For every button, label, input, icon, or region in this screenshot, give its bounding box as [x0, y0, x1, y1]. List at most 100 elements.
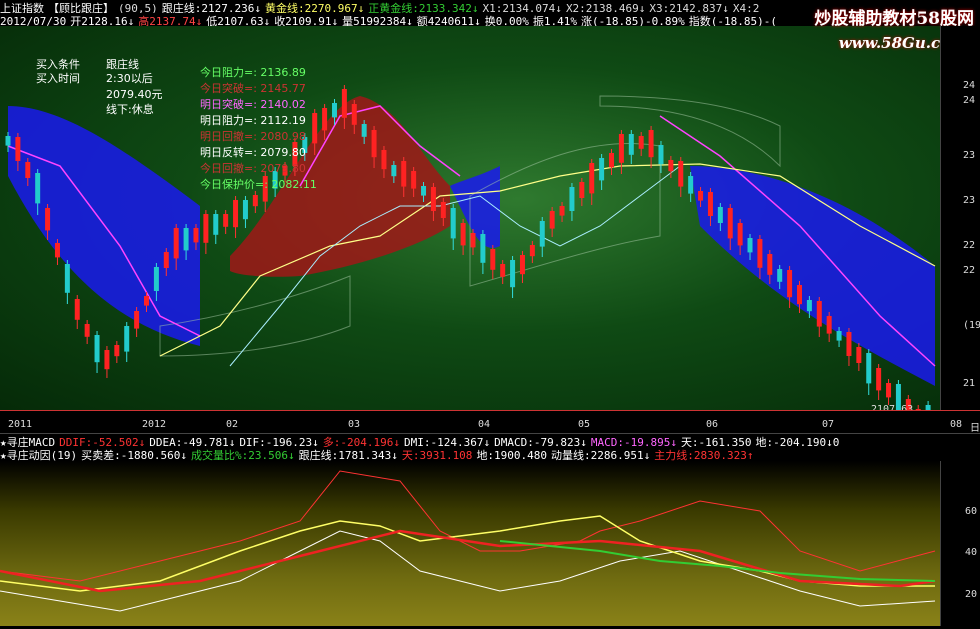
candle-body [777, 269, 783, 282]
candle-body [609, 153, 615, 168]
candle-body [144, 296, 150, 306]
candle-body [737, 223, 743, 246]
date-tick: 04 [478, 419, 491, 430]
price-tick: 22 [963, 265, 976, 276]
level-label: 明日反转=: 2079.80 [200, 146, 306, 159]
candle-body [589, 163, 595, 194]
candle-body [124, 326, 130, 352]
candle-body [816, 301, 822, 327]
candle-body [322, 108, 328, 131]
candle-body [440, 202, 446, 218]
candle-body [747, 238, 753, 253]
candle-body [717, 207, 723, 223]
red-main-line [0, 529, 936, 593]
candle-body [628, 134, 634, 155]
candle-body [233, 200, 239, 228]
candle-body [114, 345, 120, 357]
level-label: 今日阻力=: 2136.89 [200, 66, 306, 79]
price-tick: 24 [963, 95, 976, 106]
sub-axis: 60 40 20 [940, 461, 980, 626]
candle-body [252, 195, 258, 207]
candle-body [450, 208, 456, 239]
candle-body [866, 353, 872, 384]
candle-body [183, 228, 189, 251]
level-label: 明日阻力=: 2112.19 [200, 114, 306, 127]
sub-chart[interactable] [0, 461, 940, 626]
candle-body [876, 368, 882, 391]
candle-body [490, 249, 496, 270]
level-label: 今日回撤=: 2079.80 [200, 162, 306, 175]
candle-body [401, 161, 407, 187]
main-chart[interactable]: 买入条件 跟庄线 买入时间 2:30以后 2079.40元 线下:休息 今日阻力=: 21… [0, 26, 940, 443]
date-tick: 07 [822, 419, 835, 430]
candle-body [757, 239, 763, 268]
date-tick: 2012 [142, 419, 167, 430]
candle-body [519, 255, 525, 275]
candle-body [193, 228, 199, 243]
candle-body [134, 311, 140, 329]
candle-body [430, 187, 436, 211]
candle-body [529, 245, 535, 257]
buy-condition-label: 2:30以后 [106, 72, 153, 85]
candle-body [35, 173, 41, 204]
date-tick: 06 [706, 419, 719, 430]
candle-body [698, 191, 704, 201]
candle-body [5, 136, 11, 146]
candle-body [223, 214, 229, 227]
candle-body [104, 350, 110, 370]
date-tick: 2011 [8, 419, 33, 430]
candle-body [500, 264, 506, 277]
date-tick: 02 [226, 419, 239, 430]
date-axis: 2011 2012 02 03 04 05 06 07 08 日 [0, 410, 980, 434]
candle-body [94, 335, 100, 363]
level-label: 今日保护价=: 2082.11 [200, 178, 317, 191]
candle-body [678, 161, 684, 187]
candle-body [470, 233, 476, 248]
candle-body [312, 113, 318, 144]
candle-body [163, 252, 169, 268]
level-label: 明日突破=: 2140.02 [200, 98, 306, 111]
level-label: 今日突破=: 2145.77 [200, 82, 306, 95]
period-label: 日 [970, 423, 980, 434]
candle-body [836, 331, 842, 341]
right-blue-band [690, 166, 935, 386]
candle-body [64, 264, 70, 293]
candle-body [460, 223, 466, 246]
candle-body [767, 254, 773, 275]
candle-body [411, 171, 417, 189]
candle-body [826, 316, 832, 334]
indicator-tick: 40 [965, 547, 978, 558]
candle-body [242, 200, 248, 220]
candle-body [648, 130, 654, 158]
mesh-band-3 [599, 95, 781, 168]
macd-indicator-bar: ★寻庄MACD DDIF:-52.502↓ DDEA:-49.781↓ DIF:-19… [0, 433, 980, 449]
buy-condition-label: 2079.40元 [106, 88, 163, 101]
candle-body [668, 160, 674, 172]
candle-body [806, 300, 812, 312]
candle-body [796, 285, 802, 305]
candle-body [341, 89, 347, 118]
buy-condition-label: 买入时间 [36, 72, 80, 85]
candle-body [371, 130, 377, 158]
candle-body [84, 324, 90, 337]
candle-body [559, 206, 565, 216]
candle-body [203, 214, 209, 243]
price-tick: 23 [963, 150, 976, 161]
candle-body [351, 104, 357, 125]
white-line [0, 530, 936, 612]
indicator-tick: 60 [965, 506, 978, 517]
indicator-chart [0, 470, 936, 612]
candle-body [539, 221, 545, 247]
candle-body [74, 299, 80, 320]
candle-body [727, 208, 733, 239]
candle-body [856, 347, 862, 363]
candle-body [45, 208, 51, 231]
candle-body [510, 260, 516, 288]
candle-body [569, 187, 575, 211]
top-boundary-line [0, 470, 936, 582]
indicator-tick: 20 [965, 589, 978, 600]
green-line [499, 540, 936, 582]
date-tick: 08 [950, 419, 963, 430]
left-blue-band [8, 106, 200, 346]
candle-body [480, 234, 486, 263]
